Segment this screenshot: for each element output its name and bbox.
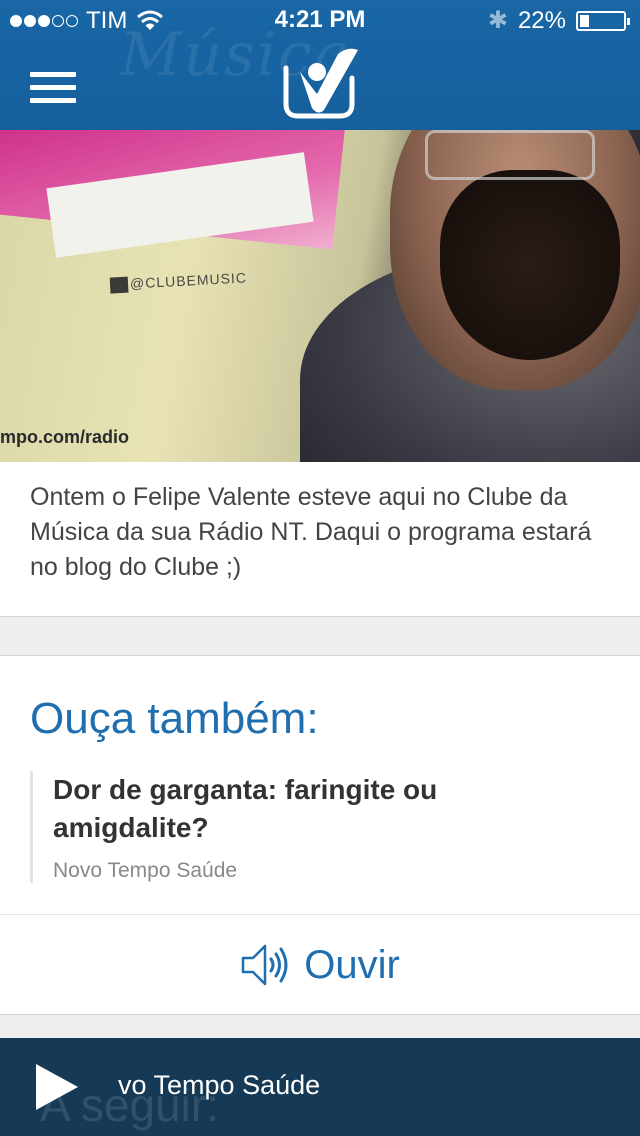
mini-player: A seguir: vo Tempo Saúde [0, 1038, 640, 1136]
photo-sticker-text: @CLUBEMUSIC [109, 269, 248, 294]
episode-item[interactable]: Dor de garganta: faringite ou amigdalite… [30, 771, 610, 883]
post-caption: Ontem o Felipe Valente esteve aqui no Cl… [0, 462, 640, 617]
bluetooth-icon: ✱ [487, 7, 508, 34]
also-listen-card: Ouça também: Dor de garganta: faringite … [0, 655, 640, 1015]
photo-url-text: mpo.com/radio [0, 427, 130, 447]
play-icon[interactable] [34, 1062, 80, 1112]
episode-program: Novo Tempo Saúde [53, 859, 238, 882]
menu-button[interactable] [30, 72, 76, 104]
listen-button[interactable]: Ouvir [0, 915, 640, 1015]
battery-percent: 22% [517, 6, 566, 34]
app-header: Música TIM 4:21 PM ✱ 22% [0, 0, 640, 130]
hamburger-icon [30, 72, 76, 77]
status-bar: TIM 4:21 PM ✱ 22% [0, 0, 640, 40]
listen-label: Ouvir [304, 942, 400, 987]
battery-icon [576, 10, 630, 31]
episode-title: Dor de garganta: faringite ou amigdalite… [53, 774, 438, 843]
also-listen-heading: Ouça também: [30, 694, 319, 743]
speaker-icon [241, 944, 288, 986]
post-photo[interactable]: @CLUBEMUSIC mpo.com/radio [0, 130, 640, 462]
novo-tempo-logo-icon[interactable] [280, 48, 362, 120]
now-playing-title: vo Tempo Saúde [118, 1070, 321, 1100]
